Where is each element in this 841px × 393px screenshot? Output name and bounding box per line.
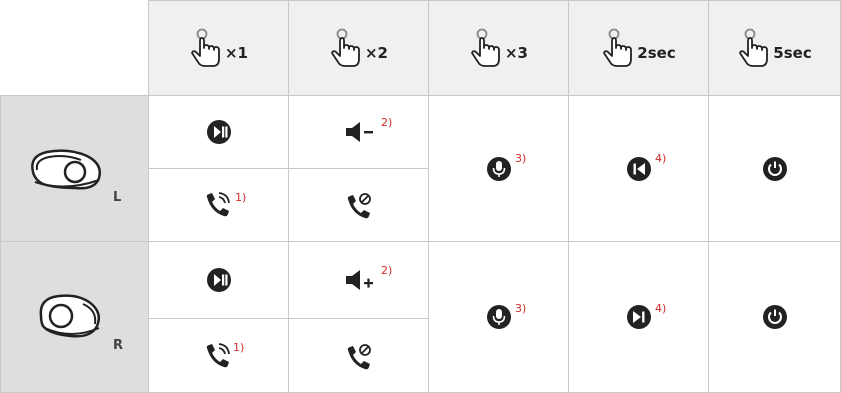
tap-hand-icon (739, 28, 769, 67)
right-hold-2sec-next-track: 4) (568, 241, 709, 393)
previous-track-icon (626, 156, 651, 181)
left-hold-5sec-power (708, 95, 841, 242)
volume-up-icon (345, 270, 373, 290)
play-pause-icon (206, 268, 231, 292)
tap-hand-icon (603, 28, 633, 67)
header-label: 5sec (773, 44, 812, 62)
header-label: ×1 (224, 44, 248, 62)
footnote-marker: 3) (515, 152, 527, 165)
right-earbud-icon (39, 294, 100, 338)
gesture-control-table: ×1 ×2 ×3 2sec 5sec L 2) 1) 3) 4) R 2) 1)… (0, 0, 841, 393)
left-earbud-icon (31, 149, 101, 190)
footnote-marker: 1) (235, 191, 247, 204)
right-earbud-label: R (113, 338, 124, 353)
right-tap-twice-volume-up: 2) (288, 241, 429, 319)
power-icon (762, 305, 787, 329)
left-earbud-label: L (113, 190, 122, 205)
footnote-marker: 4) (655, 302, 667, 315)
left-hold-2sec-previous-track: 4) (568, 95, 709, 242)
tap-hand-icon (331, 28, 360, 67)
footnote-marker: 2) (381, 264, 393, 277)
left-tap-once-play (148, 95, 289, 169)
reject-call-icon (347, 343, 371, 369)
footnote-marker: 1) (233, 341, 245, 354)
left-tap-twice-reject-call (288, 168, 429, 242)
left-tap-twice-volume-down: 2) (288, 95, 429, 169)
voice-assistant-icon (486, 156, 511, 181)
right-earbud-cell: R (0, 241, 149, 393)
header-hold-2sec: 2sec (568, 0, 709, 96)
header-tap-twice: ×2 (288, 0, 429, 96)
left-tap-three-voice-assistant: 3) (428, 95, 569, 242)
left-earbud-cell: L (0, 95, 149, 242)
header-hold-5sec: 5sec (708, 0, 841, 96)
voice-assistant-icon (486, 305, 511, 329)
answer-call-icon (206, 342, 230, 367)
right-tap-three-voice-assistant: 3) (428, 241, 569, 393)
right-tap-once-answer-call: 1) (148, 318, 289, 393)
tap-hand-icon (471, 28, 500, 67)
header-label: 2sec (637, 44, 676, 62)
footnote-marker: 4) (655, 152, 667, 165)
header-tap-once: ×1 (148, 0, 289, 96)
left-tap-once-answer-call: 1) (148, 168, 289, 242)
right-tap-twice-reject-call (288, 318, 429, 393)
play-pause-icon (206, 120, 231, 144)
next-track-icon (626, 305, 651, 329)
tap-hand-icon (191, 28, 220, 67)
header-tap-three-times: ×3 (428, 0, 569, 96)
right-hold-5sec-power (708, 241, 841, 393)
volume-down-icon (345, 122, 373, 142)
reject-call-icon (347, 193, 371, 219)
power-icon (762, 156, 787, 181)
answer-call-icon (206, 192, 230, 217)
right-tap-once-play (148, 241, 289, 319)
footnote-marker: 3) (515, 302, 527, 315)
header-label: ×3 (504, 44, 528, 62)
header-label: ×2 (364, 44, 388, 62)
footnote-marker: 2) (381, 116, 393, 129)
